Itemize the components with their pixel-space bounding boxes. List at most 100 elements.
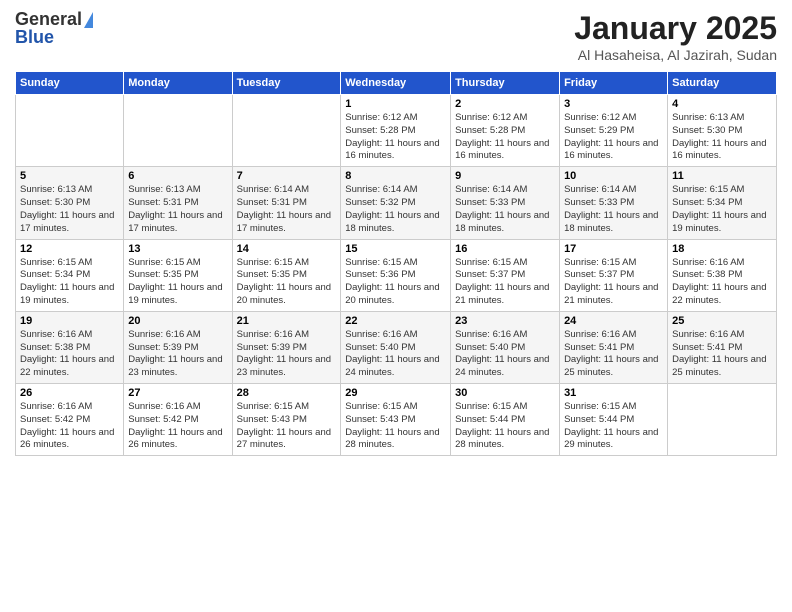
day-info: Sunrise: 6:14 AMSunset: 5:32 PMDaylight:… [345, 184, 446, 235]
day-number: 22 [345, 315, 446, 327]
day-info: Sunrise: 6:16 AMSunset: 5:38 PMDaylight:… [20, 329, 119, 380]
calendar-cell: 21 Sunrise: 6:16 AMSunset: 5:39 PMDayligh… [232, 311, 341, 383]
calendar-cell: 16 Sunrise: 6:15 AMSunset: 5:37 PMDayligh… [451, 239, 560, 311]
day-info: Sunrise: 6:16 AMSunset: 5:39 PMDaylight:… [128, 329, 227, 380]
day-info: Sunrise: 6:16 AMSunset: 5:38 PMDaylight:… [672, 257, 772, 308]
calendar-table: SundayMondayTuesdayWednesdayThursdayFrid… [15, 71, 777, 456]
day-number: 11 [672, 170, 772, 182]
calendar-cell: 13 Sunrise: 6:15 AMSunset: 5:35 PMDayligh… [124, 239, 232, 311]
day-info: Sunrise: 6:15 AMSunset: 5:43 PMDaylight:… [345, 401, 446, 452]
col-header-sunday: Sunday [16, 72, 124, 95]
day-number: 25 [672, 315, 772, 327]
day-info: Sunrise: 6:14 AMSunset: 5:33 PMDaylight:… [455, 184, 555, 235]
calendar-cell: 2 Sunrise: 6:12 AMSunset: 5:28 PMDaylight… [451, 95, 560, 167]
day-info: Sunrise: 6:16 AMSunset: 5:41 PMDaylight:… [564, 329, 663, 380]
day-info: Sunrise: 6:14 AMSunset: 5:33 PMDaylight:… [564, 184, 663, 235]
logo: General Blue [15, 10, 93, 48]
day-number: 15 [345, 243, 446, 255]
calendar-cell: 31 Sunrise: 6:15 AMSunset: 5:44 PMDayligh… [560, 384, 668, 456]
day-number: 29 [345, 387, 446, 399]
calendar-cell: 30 Sunrise: 6:15 AMSunset: 5:44 PMDayligh… [451, 384, 560, 456]
day-info: Sunrise: 6:12 AMSunset: 5:28 PMDaylight:… [455, 112, 555, 163]
calendar-cell: 9 Sunrise: 6:14 AMSunset: 5:33 PMDaylight… [451, 167, 560, 239]
calendar-cell: 4 Sunrise: 6:13 AMSunset: 5:30 PMDaylight… [668, 95, 777, 167]
day-number: 31 [564, 387, 663, 399]
calendar-cell [124, 95, 232, 167]
day-info: Sunrise: 6:15 AMSunset: 5:35 PMDaylight:… [128, 257, 227, 308]
day-info: Sunrise: 6:15 AMSunset: 5:37 PMDaylight:… [455, 257, 555, 308]
col-header-saturday: Saturday [668, 72, 777, 95]
calendar-cell: 6 Sunrise: 6:13 AMSunset: 5:31 PMDaylight… [124, 167, 232, 239]
day-info: Sunrise: 6:16 AMSunset: 5:42 PMDaylight:… [128, 401, 227, 452]
day-info: Sunrise: 6:16 AMSunset: 5:39 PMDaylight:… [237, 329, 337, 380]
day-number: 26 [20, 387, 119, 399]
calendar-week-row: 1 Sunrise: 6:12 AMSunset: 5:28 PMDaylight… [16, 95, 777, 167]
calendar-cell: 8 Sunrise: 6:14 AMSunset: 5:32 PMDaylight… [341, 167, 451, 239]
calendar-cell: 1 Sunrise: 6:12 AMSunset: 5:28 PMDaylight… [341, 95, 451, 167]
title-area: January 2025 Al Hasaheisa, Al Jazirah, S… [574, 10, 777, 63]
calendar-cell [232, 95, 341, 167]
calendar-cell: 3 Sunrise: 6:12 AMSunset: 5:29 PMDaylight… [560, 95, 668, 167]
col-header-monday: Monday [124, 72, 232, 95]
calendar-cell: 7Sunrise: 6:14 AMSunset: 5:31 PMDaylight… [232, 167, 341, 239]
calendar-week-row: 5Sunrise: 6:13 AMSunset: 5:30 PMDaylight… [16, 167, 777, 239]
day-number: 6 [128, 170, 227, 182]
day-number: 18 [672, 243, 772, 255]
day-number: 27 [128, 387, 227, 399]
day-number: 28 [237, 387, 337, 399]
day-info: Sunrise: 6:15 AMSunset: 5:34 PMDaylight:… [672, 184, 772, 235]
calendar-cell [16, 95, 124, 167]
day-number: 21 [237, 315, 337, 327]
day-number: 14 [237, 243, 337, 255]
calendar-cell: 23Sunrise: 6:16 AMSunset: 5:40 PMDayligh… [451, 311, 560, 383]
calendar-cell: 15 Sunrise: 6:15 AMSunset: 5:36 PMDayligh… [341, 239, 451, 311]
day-number: 24 [564, 315, 663, 327]
day-info: Sunrise: 6:15 AMSunset: 5:36 PMDaylight:… [345, 257, 446, 308]
col-header-tuesday: Tuesday [232, 72, 341, 95]
calendar-cell: 28Sunrise: 6:15 AMSunset: 5:43 PMDayligh… [232, 384, 341, 456]
col-header-wednesday: Wednesday [341, 72, 451, 95]
day-info: Sunrise: 6:13 AMSunset: 5:31 PMDaylight:… [128, 184, 227, 235]
day-number: 5 [20, 170, 119, 182]
day-number: 16 [455, 243, 555, 255]
day-number: 4 [672, 98, 772, 110]
day-info: Sunrise: 6:16 AMSunset: 5:40 PMDaylight:… [345, 329, 446, 380]
page-container: General Blue January 2025 Al Hasaheisa, … [0, 0, 792, 466]
day-number: 2 [455, 98, 555, 110]
day-info: Sunrise: 6:16 AMSunset: 5:40 PMDaylight:… [455, 329, 555, 380]
day-info: Sunrise: 6:14 AMSunset: 5:31 PMDaylight:… [237, 184, 337, 235]
day-info: Sunrise: 6:16 AMSunset: 5:41 PMDaylight:… [672, 329, 772, 380]
day-info: Sunrise: 6:15 AMSunset: 5:44 PMDaylight:… [564, 401, 663, 452]
day-number: 10 [564, 170, 663, 182]
day-info: Sunrise: 6:15 AMSunset: 5:44 PMDaylight:… [455, 401, 555, 452]
calendar-cell: 29 Sunrise: 6:15 AMSunset: 5:43 PMDayligh… [341, 384, 451, 456]
calendar-cell: 27 Sunrise: 6:16 AMSunset: 5:42 PMDayligh… [124, 384, 232, 456]
day-info: Sunrise: 6:12 AMSunset: 5:28 PMDaylight:… [345, 112, 446, 163]
day-number: 9 [455, 170, 555, 182]
col-header-friday: Friday [560, 72, 668, 95]
day-info: Sunrise: 6:15 AMSunset: 5:34 PMDaylight:… [20, 257, 119, 308]
day-info: Sunrise: 6:13 AMSunset: 5:30 PMDaylight:… [672, 112, 772, 163]
day-number: 19 [20, 315, 119, 327]
logo-triangle-icon [84, 12, 93, 28]
calendar-cell: 18 Sunrise: 6:16 AMSunset: 5:38 PMDayligh… [668, 239, 777, 311]
day-number: 13 [128, 243, 227, 255]
day-number: 8 [345, 170, 446, 182]
calendar-week-row: 12 Sunrise: 6:15 AMSunset: 5:34 PMDayligh… [16, 239, 777, 311]
day-info: Sunrise: 6:15 AMSunset: 5:37 PMDaylight:… [564, 257, 663, 308]
calendar-cell: 12 Sunrise: 6:15 AMSunset: 5:34 PMDayligh… [16, 239, 124, 311]
calendar-week-row: 19 Sunrise: 6:16 AMSunset: 5:38 PMDayligh… [16, 311, 777, 383]
day-number: 20 [128, 315, 227, 327]
day-info: Sunrise: 6:15 AMSunset: 5:35 PMDaylight:… [237, 257, 337, 308]
calendar-cell: 17 Sunrise: 6:15 AMSunset: 5:37 PMDayligh… [560, 239, 668, 311]
day-number: 12 [20, 243, 119, 255]
calendar-cell: 22 Sunrise: 6:16 AMSunset: 5:40 PMDayligh… [341, 311, 451, 383]
day-number: 30 [455, 387, 555, 399]
day-number: 17 [564, 243, 663, 255]
day-number: 3 [564, 98, 663, 110]
day-number: 1 [345, 98, 446, 110]
calendar-cell: 19 Sunrise: 6:16 AMSunset: 5:38 PMDayligh… [16, 311, 124, 383]
day-info: Sunrise: 6:12 AMSunset: 5:29 PMDaylight:… [564, 112, 663, 163]
calendar-cell: 10 Sunrise: 6:14 AMSunset: 5:33 PMDayligh… [560, 167, 668, 239]
logo-blue-text: Blue [15, 28, 54, 48]
